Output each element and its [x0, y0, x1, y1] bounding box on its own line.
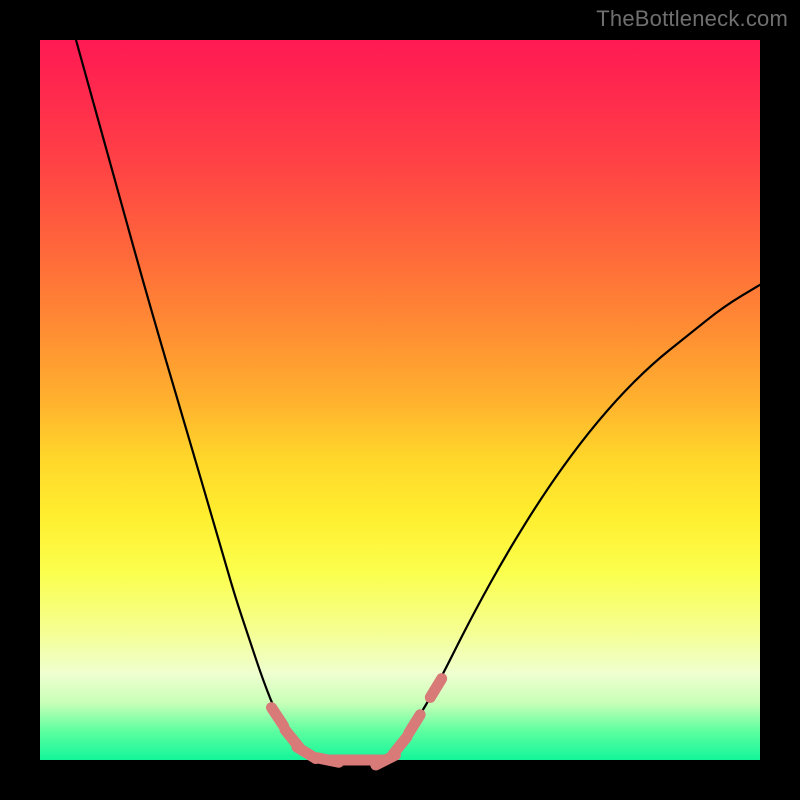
bottleneck-curve-chart — [40, 40, 760, 760]
highlight-marker — [272, 708, 284, 726]
chart-frame: TheBottleneck.com — [0, 0, 800, 800]
highlight-marker — [409, 715, 421, 734]
highlight-marker — [430, 679, 441, 698]
curve-group — [76, 40, 760, 765]
highlight-marker — [393, 737, 407, 754]
bottleneck-curve — [76, 40, 760, 760]
highlight-markers — [272, 679, 442, 765]
watermark-text: TheBottleneck.com — [596, 6, 788, 32]
